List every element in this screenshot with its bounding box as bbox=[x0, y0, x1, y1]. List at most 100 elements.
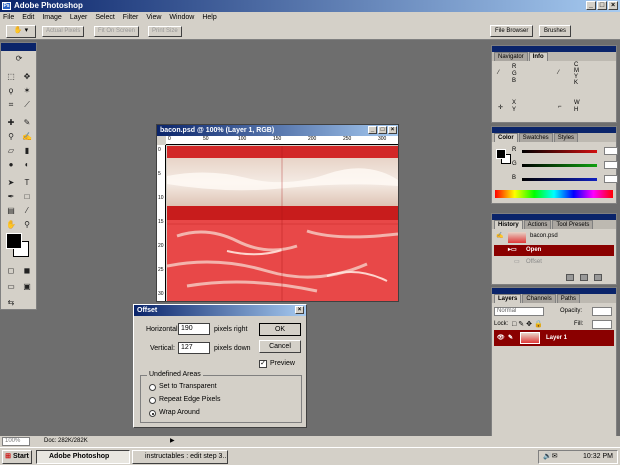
menu-file[interactable]: File bbox=[3, 12, 14, 23]
green-slider-track[interactable] bbox=[522, 164, 597, 167]
status-menu-arrow-icon[interactable]: ▶ bbox=[170, 436, 175, 447]
history-brush-source-icon[interactable]: ✍ bbox=[496, 231, 503, 242]
green-value-field[interactable] bbox=[604, 161, 618, 169]
menu-select[interactable]: Select bbox=[95, 12, 114, 23]
full-screen-icon[interactable]: ▣ bbox=[20, 281, 34, 293]
tab-layers[interactable]: Layers bbox=[494, 294, 522, 303]
tab-color[interactable]: Color bbox=[494, 133, 518, 142]
brush-icon[interactable]: ✎ bbox=[20, 117, 34, 129]
hand-icon[interactable]: ✋ bbox=[4, 219, 18, 231]
pen-icon[interactable]: ✒ bbox=[4, 191, 18, 203]
red-slider[interactable]: R bbox=[512, 147, 618, 155]
opacity-input[interactable] bbox=[592, 307, 612, 316]
tab-info[interactable]: Info bbox=[528, 52, 548, 61]
red-value-field[interactable] bbox=[604, 147, 618, 155]
tab-styles[interactable]: Styles bbox=[553, 133, 579, 142]
doc-maximize-icon[interactable]: □ bbox=[378, 126, 387, 134]
history-item-open[interactable]: ▸▭ Open bbox=[494, 245, 614, 256]
set-to-transparent-radio[interactable] bbox=[149, 384, 156, 391]
tray-icons[interactable]: 🔊✉ bbox=[543, 451, 558, 463]
zoom-icon[interactable]: ⚲ bbox=[20, 219, 34, 231]
doc-close-icon[interactable]: × bbox=[388, 126, 397, 134]
blur-icon[interactable]: ● bbox=[4, 159, 18, 171]
panel-titlebar[interactable] bbox=[492, 46, 616, 52]
fit-on-screen-button[interactable]: Fit On Screen bbox=[94, 26, 140, 37]
document-titlebar[interactable]: bacon.psd @ 100% (Layer 1, RGB) _ □ × bbox=[157, 125, 398, 136]
magic-wand-icon[interactable]: ✶ bbox=[20, 85, 34, 97]
history-snapshot[interactable]: ✍ bacon.psd bbox=[494, 231, 614, 244]
screen-mode-icon[interactable]: ▭ bbox=[4, 281, 18, 293]
eyedropper-icon[interactable]: ⁄ bbox=[20, 205, 34, 217]
dialog-close-icon[interactable]: × bbox=[295, 306, 304, 314]
tab-actions[interactable]: Actions bbox=[523, 220, 552, 229]
type-icon[interactable]: T bbox=[20, 177, 34, 189]
healing-brush-icon[interactable]: ✚ bbox=[4, 117, 18, 129]
new-document-icon[interactable] bbox=[566, 274, 574, 281]
minimize-icon[interactable]: _ bbox=[586, 1, 596, 10]
gradient-icon[interactable]: ▮ bbox=[20, 145, 34, 157]
brushes-tab[interactable]: Brushes bbox=[539, 25, 572, 37]
maximize-icon[interactable]: □ bbox=[597, 1, 607, 10]
crop-icon[interactable]: ⌗ bbox=[4, 99, 18, 111]
layer-row-layer-1[interactable]: 👁 ✎ Layer 1 bbox=[494, 330, 614, 346]
color-spectrum-ramp[interactable] bbox=[495, 190, 613, 198]
blue-slider[interactable]: B bbox=[512, 175, 618, 183]
panel-titlebar[interactable] bbox=[492, 214, 616, 220]
green-slider[interactable]: G bbox=[512, 161, 618, 169]
move-icon[interactable]: ✥ bbox=[20, 71, 34, 83]
foreground-color-swatch[interactable] bbox=[6, 233, 22, 249]
blue-slider-track[interactable] bbox=[522, 178, 597, 181]
tab-navigator[interactable]: Navigator bbox=[494, 52, 528, 61]
marquee-icon[interactable]: ⬚ bbox=[4, 71, 18, 83]
fill-input[interactable] bbox=[592, 320, 612, 329]
panel-titlebar[interactable] bbox=[492, 288, 616, 294]
path-selection-icon[interactable]: ➤ bbox=[4, 177, 18, 189]
taskbar-photoshop[interactable]: Adobe Photoshop bbox=[36, 450, 130, 464]
eye-icon[interactable]: 👁 bbox=[497, 330, 505, 346]
cancel-button[interactable]: Cancel bbox=[259, 340, 301, 353]
start-button[interactable]: ⊞ Start bbox=[2, 450, 32, 464]
preview-checkbox[interactable]: ✓ bbox=[259, 360, 267, 368]
actual-pixels-button[interactable]: Actual Pixels bbox=[42, 26, 85, 37]
doc-minimize-icon[interactable]: _ bbox=[368, 126, 377, 134]
menu-image[interactable]: Image bbox=[42, 12, 61, 23]
new-snapshot-icon[interactable] bbox=[580, 274, 588, 281]
menu-window[interactable]: Window bbox=[169, 12, 194, 23]
eraser-icon[interactable]: ▱ bbox=[4, 145, 18, 157]
lasso-icon[interactable]: ϙ bbox=[4, 85, 18, 97]
zoom-field[interactable]: 100% bbox=[2, 437, 30, 446]
tab-tool-presets[interactable]: Tool Presets bbox=[552, 220, 594, 229]
offset-dialog-titlebar[interactable]: Offset × bbox=[134, 305, 306, 316]
wrap-around-radio[interactable] bbox=[149, 410, 156, 417]
print-size-button[interactable]: Print Size bbox=[148, 26, 182, 37]
menu-layer[interactable]: Layer bbox=[70, 12, 88, 23]
vertical-offset-input[interactable]: 127 bbox=[178, 342, 210, 354]
menu-view[interactable]: View bbox=[146, 12, 161, 23]
tab-swatches[interactable]: Swatches bbox=[518, 133, 553, 142]
history-item-offset[interactable]: ▭ Offset bbox=[494, 257, 614, 268]
blend-mode-select[interactable]: Normal bbox=[494, 307, 544, 316]
color-fg-swatch[interactable] bbox=[496, 149, 506, 159]
standard-mode-icon[interactable]: ◻ bbox=[4, 265, 18, 277]
horizontal-offset-input[interactable]: 190 bbox=[178, 323, 210, 335]
trash-icon[interactable] bbox=[594, 274, 602, 281]
blue-value-field[interactable] bbox=[604, 175, 618, 183]
close-icon[interactable]: × bbox=[608, 1, 618, 10]
taskbar-browser[interactable]: instructables : edit step 3... bbox=[132, 450, 228, 464]
repeat-edge-pixels-radio[interactable] bbox=[149, 397, 156, 404]
jump-to-imageready-icon[interactable]: ⇆ bbox=[4, 297, 18, 309]
history-brush-icon[interactable]: ✍ bbox=[20, 131, 34, 143]
tab-paths[interactable]: Paths bbox=[556, 294, 581, 303]
panel-titlebar[interactable] bbox=[492, 127, 616, 133]
red-slider-track[interactable] bbox=[522, 150, 597, 153]
tab-channels[interactable]: Channels bbox=[522, 294, 556, 303]
tab-history[interactable]: History bbox=[494, 220, 523, 229]
menu-help[interactable]: Help bbox=[202, 12, 216, 23]
stamp-icon[interactable]: ⚲ bbox=[4, 131, 18, 143]
bacon-image-canvas[interactable] bbox=[167, 146, 398, 301]
notes-icon[interactable]: ▤ bbox=[4, 205, 18, 217]
shape-icon[interactable]: □ bbox=[20, 191, 34, 203]
tool-preset-picker[interactable]: ✋ ▾ bbox=[6, 25, 36, 38]
ok-button[interactable]: OK bbox=[259, 323, 301, 336]
file-browser-tab[interactable]: File Browser bbox=[490, 25, 534, 37]
